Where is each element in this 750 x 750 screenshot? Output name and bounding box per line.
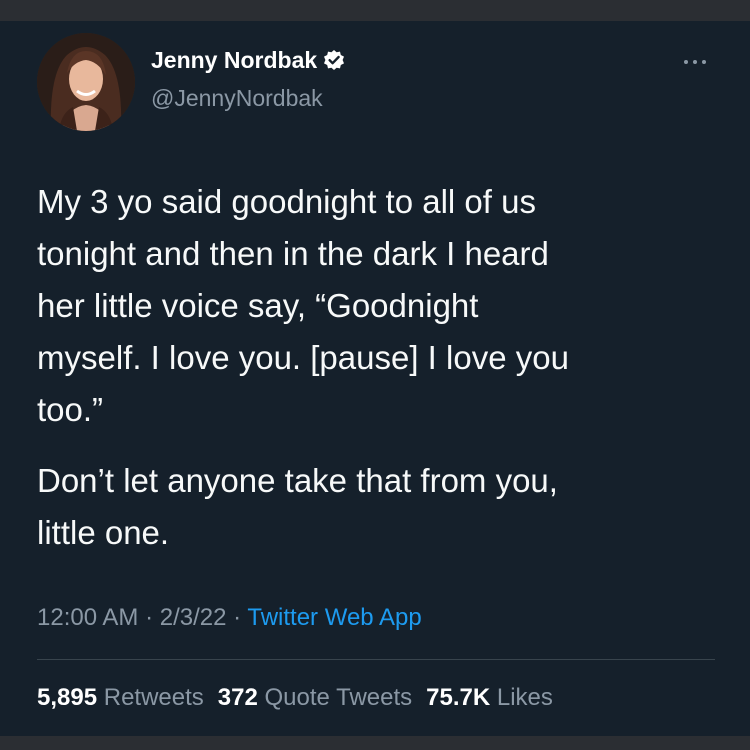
likes-stat[interactable]: 75.7K Likes xyxy=(426,683,553,713)
verified-badge-icon xyxy=(323,49,345,71)
tweet-time[interactable]: 12:00 AM xyxy=(37,604,138,631)
quote-tweets-label: Quote Tweets xyxy=(264,684,413,711)
meta-separator: · xyxy=(226,604,248,631)
display-name[interactable]: Jenny Nordbak xyxy=(151,46,317,74)
avatar[interactable] xyxy=(37,33,135,131)
author-name-row[interactable]: Jenny Nordbak xyxy=(151,46,345,74)
tweet-screenshot: Jenny Nordbak @JennyNordbak My 3 yo said… xyxy=(0,0,750,750)
likes-count: 75.7K xyxy=(426,684,491,711)
retweets-stat[interactable]: 5,895 Retweets xyxy=(37,683,204,713)
tweet-paragraph: Don’t let anyone take that from you, lit… xyxy=(37,462,558,551)
tweet-paragraph: My 3 yo said goodnight to all of us toni… xyxy=(37,183,569,428)
quote-tweets-stat[interactable]: 372 Quote Tweets xyxy=(218,683,412,713)
tweet-date[interactable]: 2/3/22 xyxy=(160,604,227,631)
avatar-image xyxy=(37,33,135,131)
meta-separator: · xyxy=(138,604,160,631)
tweet-text: My 3 yo said goodnight to all of us toni… xyxy=(37,176,717,559)
quote-tweets-count: 372 xyxy=(217,684,258,711)
tweet-meta: 12:00 AM · 2/3/22 · Twitter Web App xyxy=(37,603,422,633)
retweets-count: 5,895 xyxy=(37,684,98,711)
top-border xyxy=(0,0,750,21)
author-handle[interactable]: @JennyNordbak xyxy=(151,84,323,112)
likes-label: Likes xyxy=(496,684,553,711)
tweet-source-link[interactable]: Twitter Web App xyxy=(247,604,421,631)
tweet-stats: 5,895 Retweets 372 Quote Tweets 75.7K Li… xyxy=(37,683,553,713)
more-options-icon[interactable] xyxy=(680,52,710,72)
bottom-border xyxy=(0,736,750,750)
retweets-label: Retweets xyxy=(103,684,204,711)
divider xyxy=(37,659,715,660)
